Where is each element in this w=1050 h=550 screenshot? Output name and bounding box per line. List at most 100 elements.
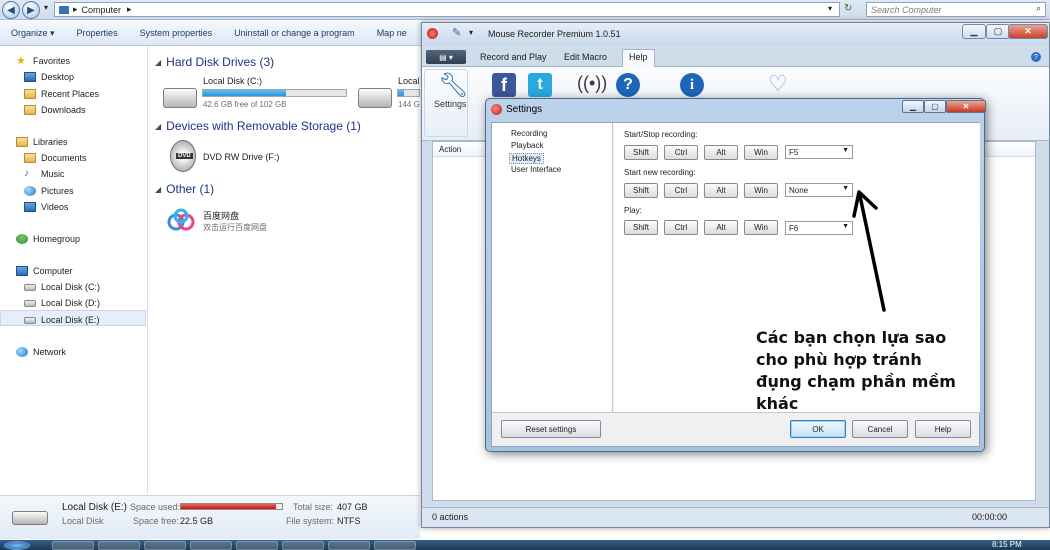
taskbar-folder-icon[interactable] xyxy=(144,541,186,550)
close-button[interactable]: ✕ xyxy=(1008,24,1048,39)
search-input[interactable]: Search Computer ⌕ xyxy=(866,2,1046,17)
taskbar-recorder-icon[interactable] xyxy=(374,541,416,550)
tree-user-interface[interactable]: User Interface xyxy=(509,165,563,174)
hotkey-shift-toggle[interactable]: Shift xyxy=(624,145,658,160)
hotkey-shift-toggle[interactable]: Shift xyxy=(624,183,658,198)
nav-favorites[interactable]: ★ Favorites xyxy=(16,56,70,67)
pin-icon[interactable]: ✎ xyxy=(452,26,461,39)
facebook-icon[interactable]: f xyxy=(492,73,516,97)
address-dropdown-icon[interactable]: ▾ xyxy=(828,4,832,13)
hotkey-ctrl-toggle[interactable]: Ctrl xyxy=(664,183,698,198)
hotkey-shift-toggle[interactable]: Shift xyxy=(624,220,658,235)
taskbar-clock[interactable]: 8:15 PM xyxy=(992,540,1022,549)
address-field[interactable]: ▸ Computer ▸ xyxy=(54,2,840,17)
nav-label: Documents xyxy=(41,153,87,163)
other-item-sub: 双击运行百度网盘 xyxy=(203,223,267,232)
hotkey-alt-toggle[interactable]: Alt xyxy=(704,183,738,198)
recorder-titlebar[interactable]: ✎ ▾ Mouse Recorder Premium 1.0.51 ▁ ▢ ✕ xyxy=(422,23,1049,45)
hotkey-ctrl-toggle[interactable]: Ctrl xyxy=(664,145,698,160)
nav-libraries[interactable]: Libraries xyxy=(16,137,68,147)
collapse-icon: ◢ xyxy=(155,57,162,67)
uninstall-button[interactable]: Uninstall or change a program xyxy=(223,28,366,38)
tree-playback[interactable]: Playback xyxy=(509,141,545,150)
twitter-icon[interactable]: t xyxy=(528,73,552,97)
organize-button[interactable]: Organize ▾ xyxy=(0,28,66,39)
hotkey-ctrl-toggle[interactable]: Ctrl xyxy=(664,220,698,235)
nav-computer[interactable]: Computer xyxy=(16,266,73,276)
download-folder-icon xyxy=(24,105,36,115)
settings-button-frame[interactable] xyxy=(424,69,468,137)
help-icon[interactable]: ? xyxy=(1031,52,1041,62)
drive-icon xyxy=(24,299,36,307)
nav-music[interactable]: ♪ Music xyxy=(24,169,65,180)
nav-videos[interactable]: Videos xyxy=(24,202,68,212)
settings-close-button[interactable]: ✕ xyxy=(946,100,986,113)
other-item-name[interactable]: 百度网盘 xyxy=(203,209,239,222)
nav-documents[interactable]: Documents xyxy=(24,153,87,163)
help-button[interactable]: Help xyxy=(915,420,971,438)
nav-downloads[interactable]: Downloads xyxy=(24,105,86,115)
drive-c-usage-fill xyxy=(203,90,286,96)
group-hard-disks[interactable]: ◢ Hard Disk Drives (3) xyxy=(155,55,274,69)
heart-icon[interactable]: ♡ xyxy=(768,71,788,97)
settings-maximize-button[interactable]: ▢ xyxy=(924,100,946,113)
nav-homegroup[interactable]: Homegroup xyxy=(16,234,80,244)
cancel-button[interactable]: Cancel xyxy=(852,420,908,438)
tree-hotkeys[interactable]: Hotkeys xyxy=(509,153,544,164)
minimize-button[interactable]: ▁ xyxy=(962,24,986,39)
column-action[interactable]: Action xyxy=(439,145,461,154)
start-button[interactable] xyxy=(4,541,30,550)
tree-recording[interactable]: Recording xyxy=(509,129,549,138)
forward-button[interactable]: ▶ xyxy=(22,1,40,19)
maximize-button[interactable]: ▢ xyxy=(986,24,1010,39)
nav-network[interactable]: Network xyxy=(16,347,66,357)
taskbar-app-icon[interactable] xyxy=(236,541,278,550)
settings-title: Settings xyxy=(506,104,543,115)
nav-pictures[interactable]: Pictures xyxy=(24,186,74,196)
ok-button[interactable]: OK xyxy=(790,420,846,438)
hotkey-key-select[interactable]: F5 ▼ xyxy=(785,145,853,159)
nav-desktop[interactable]: Desktop xyxy=(24,72,74,82)
taskbar-app-icon[interactable] xyxy=(328,541,370,550)
refresh-icon[interactable]: ↻ xyxy=(844,3,852,14)
breadcrumb[interactable]: Computer xyxy=(82,5,122,15)
taskbar-app-icon[interactable] xyxy=(98,541,140,550)
hotkey-win-toggle[interactable]: Win xyxy=(744,220,778,235)
drive-c-name[interactable]: Local Disk (C:) xyxy=(203,76,262,86)
hotkey-alt-toggle[interactable]: Alt xyxy=(704,220,738,235)
broadcast-icon[interactable]: ((•)) xyxy=(577,73,607,94)
drive-icon xyxy=(24,283,36,291)
info-icon[interactable]: i xyxy=(680,73,704,97)
system-properties-button[interactable]: System properties xyxy=(129,28,224,38)
nav-local-e[interactable]: Local Disk (E:) xyxy=(24,315,100,325)
help-circle-icon[interactable]: ? xyxy=(616,73,640,97)
tab-edit-macro[interactable]: Edit Macro xyxy=(558,50,613,64)
taskbar-app-icon[interactable] xyxy=(282,541,324,550)
nav-local-c[interactable]: Local Disk (C:) xyxy=(24,282,100,292)
chevron-down-icon[interactable]: ▾ xyxy=(44,3,48,12)
dvd-drive-name[interactable]: DVD RW Drive (F:) xyxy=(203,152,279,162)
reset-settings-button[interactable]: Reset settings xyxy=(501,420,601,438)
group-removable[interactable]: ◢ Devices with Removable Storage (1) xyxy=(155,119,361,133)
properties-button[interactable]: Properties xyxy=(66,28,129,38)
back-button[interactable]: ◀ xyxy=(2,1,20,19)
drive-d-name[interactable]: Local xyxy=(398,76,420,86)
hotkey-win-toggle[interactable]: Win xyxy=(744,145,778,160)
taskbar-ie-icon[interactable] xyxy=(52,541,94,550)
group-other[interactable]: ◢ Other (1) xyxy=(155,182,214,196)
settings-minimize-button[interactable]: ▁ xyxy=(902,100,924,113)
actions-count: 0 actions xyxy=(432,512,469,522)
tab-help[interactable]: Help xyxy=(622,49,655,67)
tab-record-and-play[interactable]: Record and Play xyxy=(474,50,553,64)
map-network-button[interactable]: Map ne xyxy=(366,28,418,38)
nav-local-d[interactable]: Local Disk (D:) xyxy=(24,298,100,308)
taskbar-app-icon[interactable] xyxy=(190,541,232,550)
nav-recent-places[interactable]: Recent Places xyxy=(24,89,99,99)
hotkey-alt-toggle[interactable]: Alt xyxy=(704,145,738,160)
videos-icon xyxy=(24,202,36,212)
hard-drive-icon xyxy=(163,88,197,108)
breadcrumb-arrow-icon: ▸ xyxy=(127,4,132,14)
hotkey-win-toggle[interactable]: Win xyxy=(744,183,778,198)
quick-access-dropdown-icon[interactable]: ▾ xyxy=(469,28,473,37)
application-menu-button[interactable]: ▤ ▾ xyxy=(426,50,466,64)
